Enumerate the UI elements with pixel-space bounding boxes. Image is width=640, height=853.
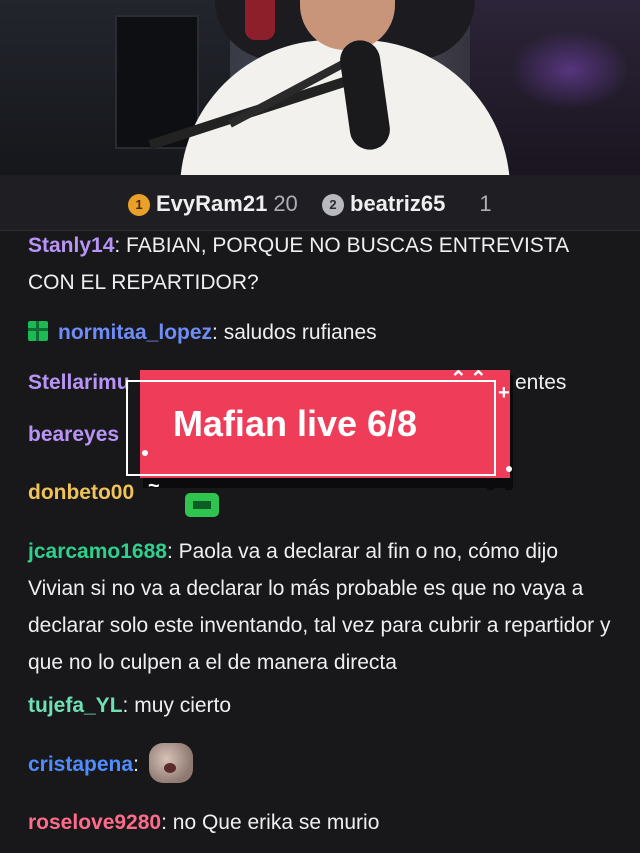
chat-username[interactable]: Stanly14	[28, 234, 114, 257]
banner-title: Mafian live 6/8	[172, 403, 418, 444]
leaderboard-name: beatriz65	[350, 191, 446, 216]
sparkle-icon: ⌃	[470, 368, 487, 390]
video-stream[interactable]	[0, 0, 640, 175]
sparkle-icon: ~	[148, 475, 160, 497]
chat-message: tujefa_YL: muy cierto	[28, 687, 618, 724]
purple-light	[510, 30, 630, 110]
chat-text: :	[133, 753, 139, 776]
leaderboard-name: EvyRam21	[156, 191, 268, 216]
chat-username[interactable]: jcarcamo1688	[28, 540, 167, 563]
chat-message: jcarcamo1688: Paola va a declarar al fin…	[28, 533, 618, 681]
chair-accent	[245, 0, 275, 40]
gifter-leaderboard: 1 EvyRam21 20 2 beatriz65 1	[0, 175, 640, 231]
chat-message: roselove9280: no Que erika se murio	[28, 804, 618, 841]
leaderboard-entry-1[interactable]: 1 EvyRam21 20	[128, 191, 298, 217]
green-emote-icon	[185, 493, 219, 517]
chat-message: Stanly14: FABIAN, PORQUE NO BUSCAS ENTRE…	[28, 227, 618, 301]
chat-text: : saludos rufianes	[212, 321, 377, 344]
chat-username[interactable]: cristapena	[28, 753, 133, 776]
chat-message: cristapena:	[28, 743, 618, 783]
chat-text-fragment: entes	[515, 371, 567, 394]
chat-text: : muy cierto	[122, 694, 232, 717]
sparkle-dot	[506, 466, 512, 472]
leaderboard-count: 1	[479, 191, 492, 216]
sparkle-icon: ⌃	[450, 368, 467, 390]
corner-square	[505, 483, 512, 490]
live-chat[interactable]: 1 EvyRam21 20 2 beatriz65 1 Stanly14: FABIAN…	[0, 175, 640, 853]
chat-text: : no Que erika se murio	[161, 811, 380, 834]
fish-face-sticker-icon	[148, 743, 193, 783]
corner-square	[487, 483, 494, 490]
chat-username[interactable]: tujefa_YL	[28, 694, 123, 717]
leaderboard-count: 20	[273, 191, 298, 216]
chat-username[interactable]: normitaa_lopez	[58, 321, 212, 344]
sparkle-dot	[142, 450, 148, 456]
chat-username[interactable]: Stellarimu	[28, 371, 130, 394]
gift-icon	[28, 321, 48, 341]
sparkle-icon: +	[498, 382, 510, 404]
chat-message: normitaa_lopez: saludos rufianes	[28, 314, 618, 351]
leaderboard-entry-2[interactable]: 2 beatriz65 1	[322, 191, 492, 217]
chat-username[interactable]: donbeto00	[28, 481, 134, 504]
rank-1-medal-icon: 1	[128, 194, 150, 216]
chat-username[interactable]: roselove9280	[28, 811, 161, 834]
rank-2-medal-icon: 2	[322, 194, 344, 216]
chat-username[interactable]: beareyes	[28, 423, 119, 446]
